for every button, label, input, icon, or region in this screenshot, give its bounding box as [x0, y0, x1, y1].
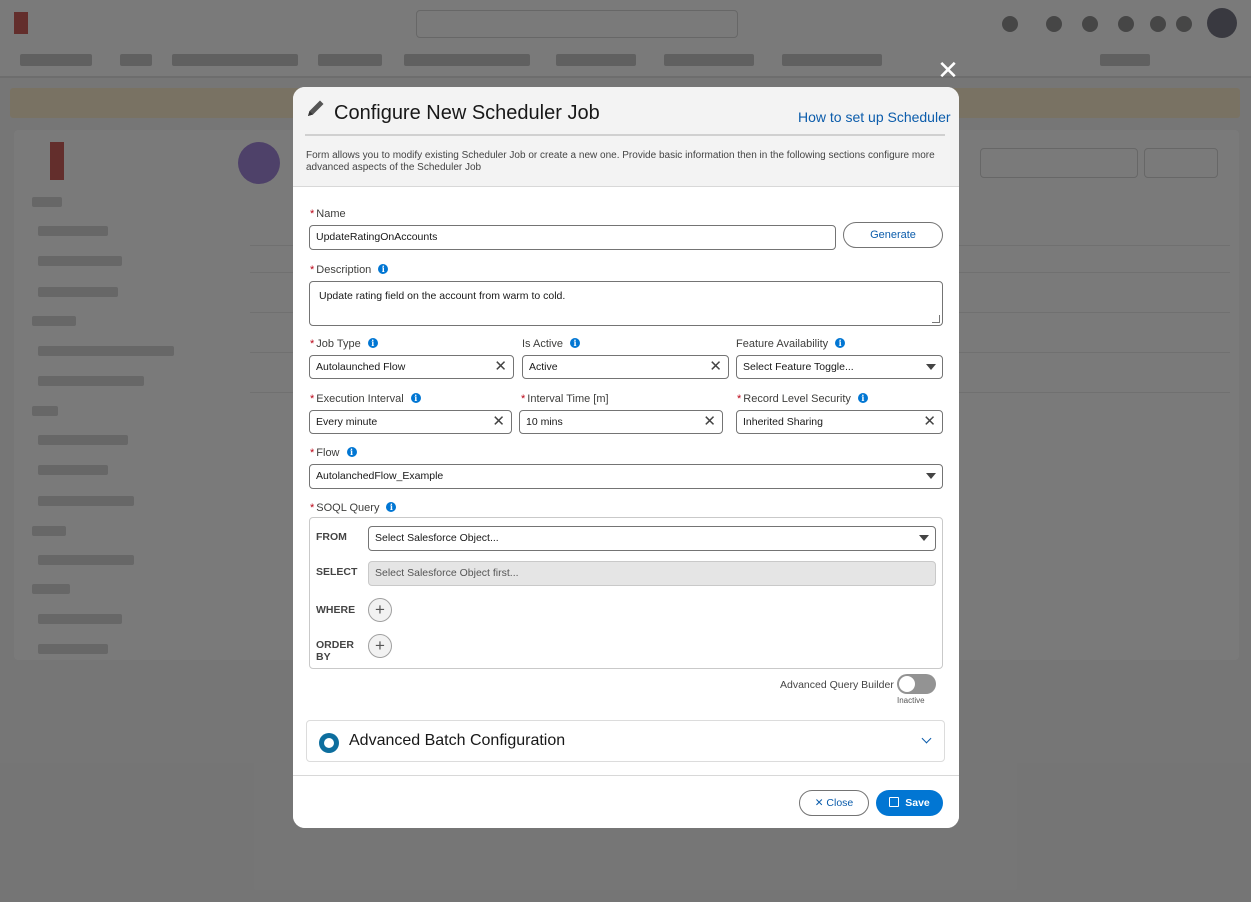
advanced-batch-configuration-section[interactable]: Advanced Batch Configuration	[306, 720, 945, 762]
generate-button[interactable]: Generate	[843, 222, 943, 248]
clear-icon[interactable]: ✕	[703, 411, 716, 433]
save-button[interactable]: Save	[876, 790, 943, 816]
scheduler-job-modal: Configure New Scheduler Job How to set u…	[293, 87, 959, 828]
info-icon[interactable]: i	[386, 502, 397, 512]
is-active-combobox[interactable]: Active ✕	[522, 355, 729, 379]
modal-description: Form allows you to modify existing Sched…	[306, 150, 935, 173]
modal-title: Configure New Scheduler Job	[334, 102, 600, 124]
from-label: FROM	[316, 531, 347, 543]
modal-header: Configure New Scheduler Job How to set u…	[293, 87, 959, 187]
info-icon[interactable]: i	[569, 338, 580, 348]
chevron-down-icon	[926, 473, 936, 479]
is-active-label: Is Active i	[522, 338, 580, 350]
description-label: * Description i	[310, 264, 389, 276]
info-icon[interactable]: i	[346, 447, 357, 457]
close-button[interactable]: ✕ Close	[799, 790, 869, 816]
clear-icon[interactable]: ✕	[709, 356, 722, 378]
info-icon[interactable]: i	[410, 393, 421, 403]
modal-footer: ✕ Close Save	[293, 775, 959, 828]
info-icon[interactable]: i	[857, 393, 868, 403]
where-label: WHERE	[316, 604, 356, 616]
close-icon: ✕	[814, 797, 827, 809]
name-label: * Name	[310, 208, 346, 220]
clear-icon[interactable]: ✕	[494, 356, 507, 378]
resize-handle[interactable]	[932, 315, 940, 323]
select-label: SELECT	[316, 566, 358, 578]
chevron-down-icon	[919, 535, 929, 541]
feature-toggle-select[interactable]: Select Feature Toggle...	[736, 355, 943, 379]
clear-icon[interactable]: ✕	[492, 411, 505, 433]
help-link[interactable]: How to set up Scheduler	[798, 109, 951, 125]
clear-icon[interactable]: ✕	[923, 411, 936, 433]
info-icon[interactable]: i	[378, 264, 389, 274]
interval-time-combobox[interactable]: 10 mins ✕	[519, 410, 723, 434]
name-input[interactable]: UpdateRatingOnAccounts	[309, 225, 836, 250]
flow-select[interactable]: AutolanchedFlow_Example	[309, 464, 943, 489]
feature-availability-label: Feature Availability i	[736, 338, 846, 350]
advanced-query-builder-label: Advanced Query Builder	[780, 679, 894, 691]
description-textarea[interactable]: Update rating field on the account from …	[309, 281, 943, 326]
job-type-label: * Job Type i	[310, 338, 378, 350]
from-object-select[interactable]: Select Salesforce Object...	[368, 526, 936, 551]
order-by-label: ORDER BY	[316, 639, 354, 663]
soql-query-label: * SOQL Query i	[310, 502, 397, 514]
toggle-knob	[899, 676, 915, 692]
flow-label: * Flow i	[310, 447, 357, 459]
job-type-combobox[interactable]: Autolaunched Flow ✕	[309, 355, 514, 379]
edit-icon	[308, 100, 324, 116]
chevron-down-icon	[926, 364, 936, 370]
header-divider	[305, 134, 945, 136]
select-fields-input: Select Salesforce Object first...	[368, 561, 936, 586]
execution-interval-label: * Execution Interval i	[310, 393, 421, 405]
record-level-security-combobox[interactable]: Inherited Sharing ✕	[736, 410, 943, 434]
chevron-down-icon	[921, 733, 932, 744]
add-order-by-button[interactable]: +	[368, 634, 392, 658]
add-where-condition-button[interactable]: +	[368, 598, 392, 622]
close-icon[interactable]: ✕	[936, 57, 960, 83]
advanced-query-builder-toggle[interactable]	[897, 674, 936, 694]
info-icon[interactable]: i	[367, 338, 378, 348]
interval-time-label: * Interval Time [m]	[521, 393, 609, 405]
execution-interval-combobox[interactable]: Every minute ✕	[309, 410, 512, 434]
batch-icon	[319, 733, 339, 753]
info-icon[interactable]: i	[835, 338, 846, 348]
toggle-state-label: Inactive	[897, 696, 925, 705]
record-level-security-label: * Record Level Security i	[737, 393, 868, 405]
accordion-title: Advanced Batch Configuration	[349, 732, 566, 749]
save-icon	[889, 797, 900, 807]
